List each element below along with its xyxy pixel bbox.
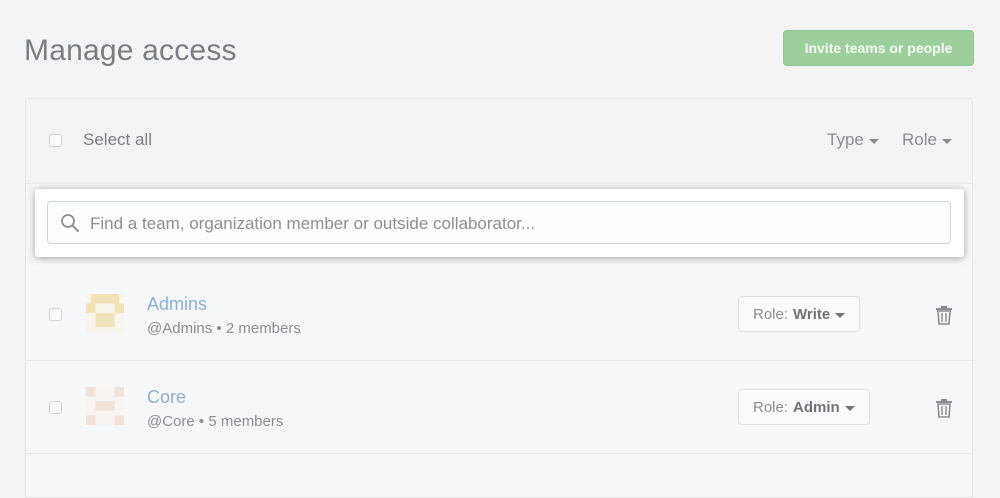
search-input[interactable] [88, 202, 942, 245]
team-row: Core @Core • 5 members Role: Admin [26, 361, 972, 454]
role-filter[interactable]: Role [902, 130, 952, 150]
select-all-label: Select all [83, 130, 152, 149]
caret-down-icon [941, 138, 952, 144]
select-all-checkbox[interactable] [49, 134, 62, 147]
role-value: Admin [793, 398, 840, 416]
trash-icon[interactable] [935, 305, 953, 325]
role-value: Write [793, 305, 831, 323]
team-avatar [86, 387, 124, 425]
panel-header: Select all Type Role [26, 99, 972, 184]
caret-down-icon [835, 312, 846, 318]
search-icon [61, 214, 79, 232]
team-member-count: 5 members [208, 413, 284, 430]
role-prefix: Role: [753, 398, 789, 416]
team-row: Admins @Admins • 2 members Role: Write [26, 268, 972, 361]
access-panel: Select all Type Role Admins @Admins • 2 … [25, 98, 973, 498]
type-filter-label: Type [827, 130, 864, 149]
team-name-link[interactable]: Core [147, 387, 186, 408]
team-checkbox[interactable] [49, 401, 62, 414]
search-box [47, 201, 951, 245]
caret-down-icon [844, 405, 855, 411]
invite-button[interactable]: Invite teams or people [783, 30, 974, 66]
team-handle: @Admins [147, 320, 213, 337]
team-meta: @Admins • 2 members [147, 320, 301, 337]
team-name-link[interactable]: Admins [147, 294, 207, 315]
role-dropdown[interactable]: Role: Admin [738, 389, 870, 425]
team-handle: @Core [147, 413, 195, 430]
trash-icon[interactable] [935, 398, 953, 418]
type-filter[interactable]: Type [827, 130, 879, 150]
team-avatar [86, 294, 124, 332]
role-filter-label: Role [902, 130, 937, 149]
team-member-count: 2 members [225, 320, 301, 337]
team-checkbox[interactable] [49, 308, 62, 321]
page-title: Manage access [24, 34, 237, 67]
role-prefix: Role: [753, 305, 789, 323]
search-popover [35, 189, 964, 257]
role-dropdown[interactable]: Role: Write [738, 296, 861, 332]
caret-down-icon [868, 138, 879, 144]
team-meta: @Core • 5 members [147, 413, 284, 430]
